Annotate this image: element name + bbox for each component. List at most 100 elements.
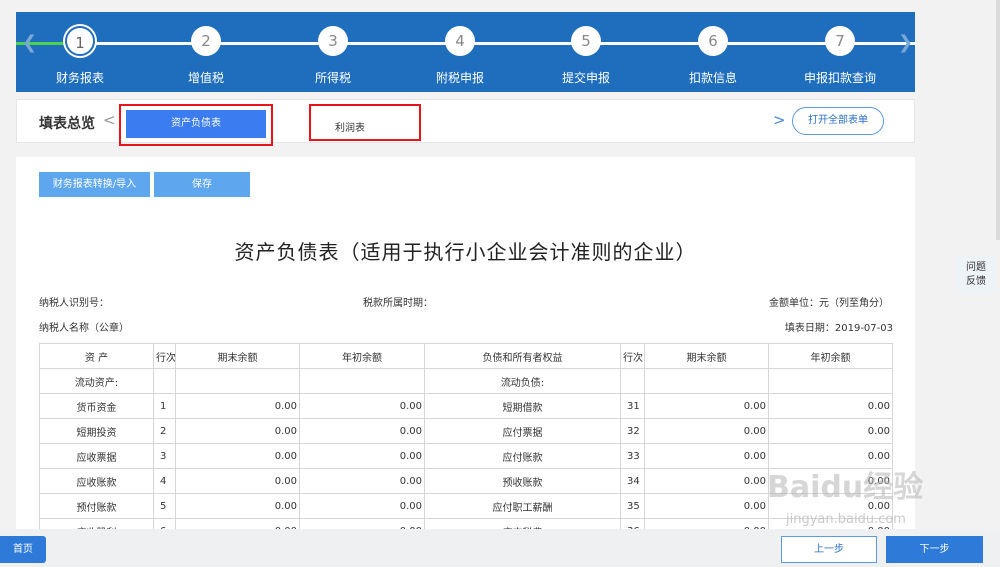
balance-sheet-table: 资 产 行次 期末余额 年初余额 负债和所有者权益 行次 期末余额 年初余额 流…: [39, 343, 893, 537]
liability-begin-balance[interactable]: 0.00: [768, 443, 893, 469]
amount-unit-label: 金额单位：元（列至角分）: [769, 298, 889, 309]
liability-begin-balance[interactable]: 0.00: [768, 493, 893, 519]
liability-name: 预收账款: [424, 468, 621, 494]
liability-end-balance[interactable]: 0.00: [644, 443, 769, 469]
page-scrollbar[interactable]: [996, 0, 1000, 240]
document-title: 资产负债表（适用于执行小企业会计准则的企业）: [234, 240, 697, 264]
asset-end-balance[interactable]: 0.00: [175, 493, 300, 519]
asset-name: 货币资金: [39, 393, 154, 419]
step-label: 财务报表: [55, 71, 104, 85]
asset-name: 预付账款: [39, 493, 154, 519]
asset-begin-balance[interactable]: 0.00: [299, 443, 425, 469]
overview-title: 填表总览: [39, 116, 95, 132]
highlight-box-income-statement: 利润表: [309, 104, 421, 141]
table-row: 预付账款 5 0.00 0.00 应付职工薪酬 35 0.00 0.00: [39, 493, 893, 519]
asset-begin-balance[interactable]: 0.00: [299, 418, 425, 444]
bottom-nav-bar: 首页 上一步 下一步: [0, 529, 1000, 567]
step-number: 5: [571, 26, 601, 56]
column-header: 期末余额: [644, 343, 769, 369]
home-button[interactable]: 首页: [0, 536, 46, 563]
table-header-row: 资 产 行次 期末余额 年初余额 负债和所有者权益 行次 期末余额 年初余额: [39, 343, 893, 369]
asset-line: 2: [153, 418, 176, 444]
open-all-forms-button[interactable]: 打开全部表单: [792, 107, 884, 135]
column-header: 资 产: [39, 343, 154, 369]
feedback-line-1: 问题: [966, 262, 986, 273]
next-step-button[interactable]: 下一步: [886, 536, 983, 563]
asset-begin-balance[interactable]: 0.00: [299, 493, 425, 519]
liability-line: 34: [620, 468, 645, 494]
tab-scroll-right-icon[interactable]: >: [773, 111, 786, 129]
liability-begin-balance[interactable]: 0.00: [768, 418, 893, 444]
asset-begin-balance[interactable]: 0.00: [299, 393, 425, 419]
previous-step-button[interactable]: 上一步: [781, 536, 877, 563]
step-label: 扣款信息: [688, 71, 737, 85]
table-row: 流动资产: 流动负债:: [39, 368, 893, 394]
step-payment-query[interactable]: 7 申报扣款查询: [780, 26, 900, 86]
asset-line: [153, 368, 176, 394]
asset-end-balance: [175, 368, 300, 394]
liability-end-balance[interactable]: 0.00: [644, 393, 769, 419]
column-header: 期末余额: [175, 343, 300, 369]
liability-name: 应付职工薪酬: [424, 493, 621, 519]
step-surtax[interactable]: 4 附税申报: [400, 26, 520, 86]
tab-scroll-left-icon[interactable]: <: [103, 111, 116, 129]
table-row: 应收账款 4 0.00 0.00 预收账款 34 0.00 0.00: [39, 468, 893, 494]
asset-end-balance[interactable]: 0.00: [175, 393, 300, 419]
liability-end-balance: [644, 368, 769, 394]
step-number: 7: [825, 26, 855, 56]
tax-period-label: 税款所属时期：: [363, 298, 433, 309]
tab-balance-sheet[interactable]: 资产负债表: [126, 110, 266, 138]
save-button[interactable]: 保存: [154, 172, 250, 197]
step-financial-report[interactable]: 1 财务报表: [20, 26, 140, 86]
liability-end-balance[interactable]: 0.00: [644, 468, 769, 494]
step-number: 3: [318, 26, 348, 56]
liability-end-balance[interactable]: 0.00: [644, 493, 769, 519]
step-payment-info[interactable]: 6 扣款信息: [653, 26, 773, 86]
table-row: 短期投资 2 0.00 0.00 应付票据 32 0.00 0.00: [39, 418, 893, 444]
step-progress-bar: ❮ ❯ 1 财务报表 2 增值税 3 所得税 4 附税申报 5 提交申报 6 扣…: [16, 12, 915, 92]
asset-line: 1: [153, 393, 176, 419]
asset-begin-balance: [299, 368, 425, 394]
step-number: 2: [191, 26, 221, 56]
fill-date-label: 填表日期：2019-07-03: [784, 323, 893, 334]
asset-name: 应收票据: [39, 443, 154, 469]
step-number: 4: [445, 26, 475, 56]
asset-end-balance[interactable]: 0.00: [175, 468, 300, 494]
tab-income-statement[interactable]: 利润表: [311, 106, 419, 134]
step-submit[interactable]: 5 提交申报: [526, 26, 646, 86]
feedback-button[interactable]: 问题 反馈: [956, 256, 996, 294]
step-label: 提交申报: [561, 71, 610, 85]
table-row: 货币资金 1 0.00 0.00 短期借款 31 0.00 0.00: [39, 393, 893, 419]
taxpayer-id-label: 纳税人识别号：: [39, 298, 109, 309]
taxpayer-name-label: 纳税人名称（公章）: [39, 323, 129, 334]
step-label: 申报扣款查询: [803, 71, 876, 85]
liability-begin-balance[interactable]: 0.00: [768, 468, 893, 494]
feedback-line-2: 反馈: [966, 276, 986, 287]
step-label: 增值税: [187, 71, 224, 85]
liability-begin-balance[interactable]: 0.00: [768, 393, 893, 419]
column-header: 年初余额: [768, 343, 893, 369]
step-number: 1: [65, 26, 95, 56]
asset-begin-balance[interactable]: 0.00: [299, 468, 425, 494]
asset-line: 4: [153, 468, 176, 494]
convert-import-button[interactable]: 财务报表转换/导入: [39, 172, 150, 197]
asset-name: 流动资产:: [39, 368, 154, 394]
asset-name: 短期投资: [39, 418, 154, 444]
asset-end-balance[interactable]: 0.00: [175, 418, 300, 444]
form-overview-bar: 填表总览 < 资产负债表 利润表 > 打开全部表单: [16, 99, 915, 146]
step-vat[interactable]: 2 增值税: [146, 26, 266, 86]
asset-end-balance[interactable]: 0.00: [175, 443, 300, 469]
asset-line: 5: [153, 493, 176, 519]
liability-name: 流动负债:: [424, 368, 621, 394]
asset-line: 3: [153, 443, 176, 469]
step-income-tax[interactable]: 3 所得税: [273, 26, 393, 86]
liability-end-balance[interactable]: 0.00: [644, 418, 769, 444]
liability-begin-balance: [768, 368, 893, 394]
column-header: 行次: [153, 343, 176, 369]
liability-name: 短期借款: [424, 393, 621, 419]
liability-line: 35: [620, 493, 645, 519]
liability-line: 33: [620, 443, 645, 469]
column-header: 年初余额: [299, 343, 425, 369]
chevron-right-icon[interactable]: ❯: [898, 33, 913, 53]
liability-name: 应付票据: [424, 418, 621, 444]
